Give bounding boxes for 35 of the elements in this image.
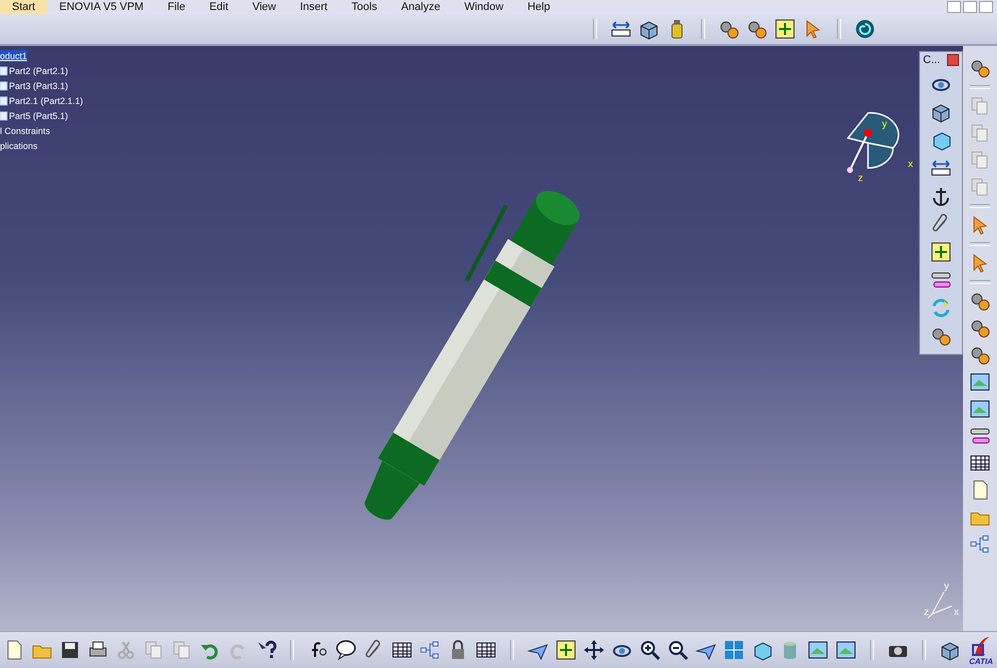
zoom-out-icon[interactable] [666, 638, 690, 662]
speech-bubble-icon[interactable] [334, 638, 358, 662]
axis-label: x [954, 608, 959, 618]
multi-view-icon[interactable] [722, 638, 746, 662]
zoom-in-icon[interactable] [638, 638, 662, 662]
tree-item[interactable]: Part3 (Part3.1) [9, 80, 68, 92]
menu-item[interactable]: Insert [288, 0, 340, 14]
menu-item[interactable]: View [240, 0, 288, 14]
tree-item[interactable]: Part2.1 (Part2.1.1) [9, 95, 84, 107]
axis-label: z [858, 174, 863, 184]
tree-item[interactable]: plications [0, 140, 38, 152]
maximize-button[interactable] [963, 1, 977, 13]
menu-item[interactable]: Edit [197, 0, 240, 14]
logo-text: CATIA [969, 656, 993, 666]
menu-item[interactable]: Start [0, 0, 48, 14]
tree-item[interactable]: Part2 (Part2.1) [9, 65, 68, 77]
tree-item[interactable]: oduct1 [0, 50, 28, 62]
axis-label: z [924, 608, 929, 618]
3d-viewport[interactable]: oduct1 Part2 (Part2.1) Part3 (Part3.1) Part2.1 (Part2.1.1) Part5 (Part5.1) l Constraints plications y x z y z x C... [0, 46, 963, 631]
menu-item[interactable]: File [156, 0, 198, 14]
axis-label: y [882, 120, 887, 130]
close-button[interactable] [979, 1, 993, 13]
axis-label: y [944, 582, 949, 592]
pan-icon[interactable] [582, 638, 606, 662]
minimize-button[interactable] [947, 1, 961, 13]
menu-item[interactable]: Help [515, 0, 562, 14]
toolbar-title: C... [923, 54, 940, 66]
axis-label: x [908, 160, 913, 170]
menu-item[interactable]: Tools [339, 0, 390, 14]
menu-item[interactable]: ENOVIA V5 VPM [47, 0, 156, 14]
spiral-icon[interactable] [853, 17, 877, 41]
menu-item[interactable]: Window [452, 0, 516, 14]
tree-item[interactable]: l Constraints [0, 125, 50, 137]
menu-item[interactable]: Analyze [389, 0, 452, 14]
tree-item[interactable]: Part5 (Part5.1) [9, 110, 68, 122]
